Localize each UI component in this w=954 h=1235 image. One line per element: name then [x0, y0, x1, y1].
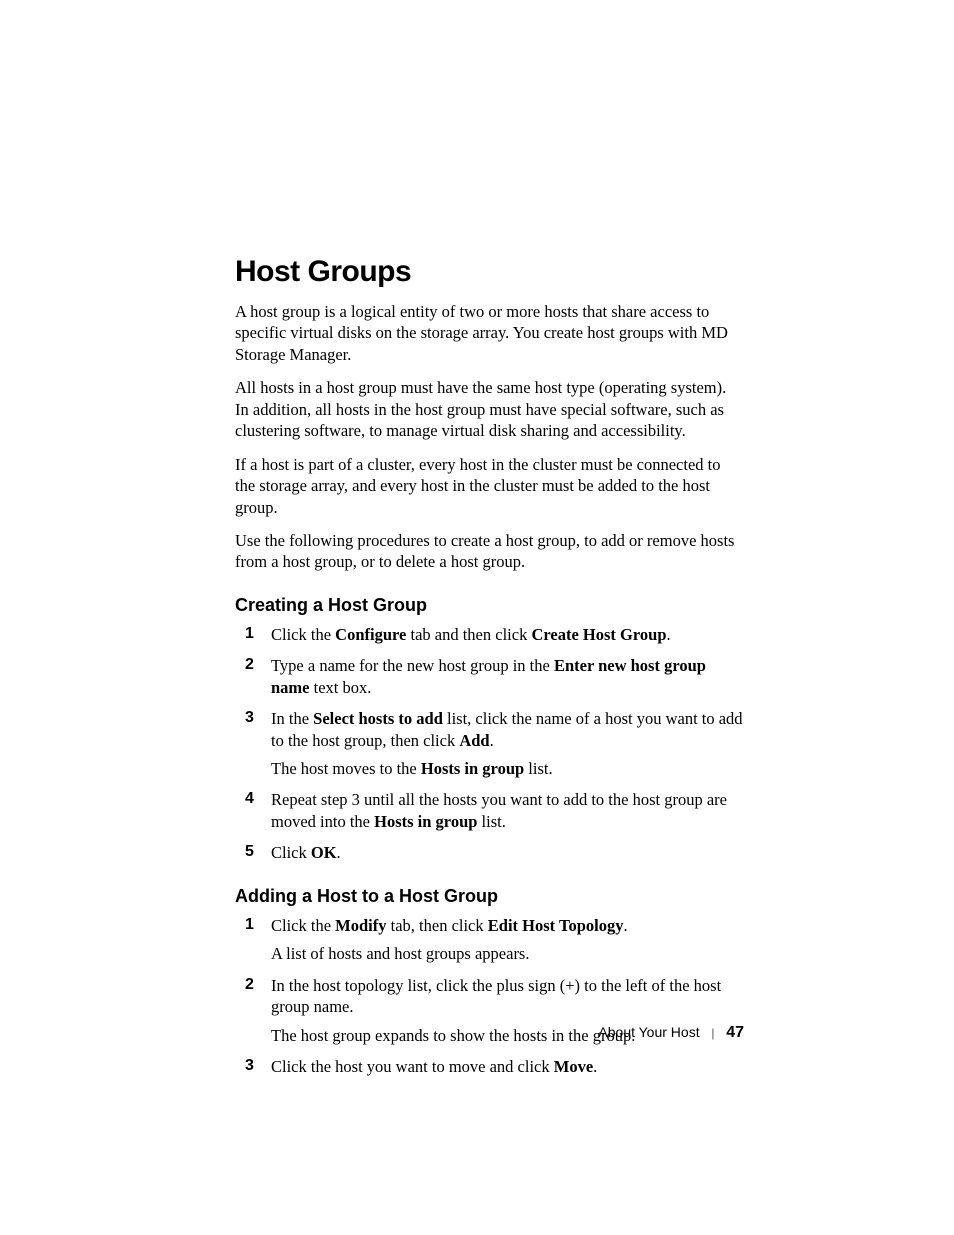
subhead-adding: Adding a Host to a Host Group — [235, 886, 744, 907]
footer-section: About Your Host — [598, 1024, 699, 1040]
text: . — [593, 1057, 597, 1076]
bold-select-hosts: Select hosts to add — [313, 709, 443, 728]
step-1-note: A list of hosts and host groups appears. — [271, 943, 744, 964]
text: tab and then click — [406, 625, 531, 644]
bold-hosts-in-group: Hosts in group — [421, 759, 524, 778]
step-1: Click the Configure tab and then click C… — [235, 624, 744, 645]
text: list. — [524, 759, 552, 778]
step-3: Click the host you want to move and clic… — [235, 1056, 744, 1077]
text: The host moves to the — [271, 759, 421, 778]
bold-move: Move — [554, 1057, 593, 1076]
text: . — [337, 843, 341, 862]
text: In the — [271, 709, 313, 728]
bold-configure: Configure — [335, 625, 406, 644]
text: Click — [271, 843, 311, 862]
text: Click the — [271, 625, 335, 644]
text: tab, then click — [387, 916, 488, 935]
intro-para-1: A host group is a logical entity of two … — [235, 301, 744, 365]
step-1: Click the Modify tab, then click Edit Ho… — [235, 915, 744, 965]
text: text box. — [310, 678, 372, 697]
text: Click the host you want to move and clic… — [271, 1057, 554, 1076]
step-3: In the Select hosts to add list, click t… — [235, 708, 744, 779]
bold-hosts-in-group: Hosts in group — [374, 812, 477, 831]
bold-edit-topology: Edit Host Topology — [488, 916, 624, 935]
bold-create-host-group: Create Host Group — [531, 625, 666, 644]
bold-ok: OK — [311, 843, 337, 862]
footer-separator: | — [712, 1025, 715, 1040]
text: . — [490, 731, 494, 750]
bold-add: Add — [459, 731, 489, 750]
heading-host-groups: Host Groups — [235, 255, 744, 289]
page-footer: About Your Host | 47 — [598, 1024, 744, 1042]
step-4: Repeat step 3 until all the hosts you wa… — [235, 789, 744, 832]
step-5: Click OK. — [235, 842, 744, 863]
text: Type a name for the new host group in th… — [271, 656, 554, 675]
text: In the host topology list, click the plu… — [271, 976, 721, 1016]
step-2: Type a name for the new host group in th… — [235, 655, 744, 698]
footer-page-number: 47 — [726, 1024, 744, 1041]
steps-adding: Click the Modify tab, then click Edit Ho… — [235, 915, 744, 1078]
text: list. — [477, 812, 505, 831]
text: . — [623, 916, 627, 935]
subhead-creating: Creating a Host Group — [235, 595, 744, 616]
intro-para-4: Use the following procedures to create a… — [235, 530, 744, 573]
bold-modify: Modify — [335, 916, 386, 935]
step-3-note: The host moves to the Hosts in group lis… — [271, 758, 744, 779]
text: . — [667, 625, 671, 644]
page: Host Groups A host group is a logical en… — [0, 0, 954, 1235]
text: Click the — [271, 916, 335, 935]
intro-para-2: All hosts in a host group must have the … — [235, 377, 744, 441]
steps-creating: Click the Configure tab and then click C… — [235, 624, 744, 864]
intro-para-3: If a host is part of a cluster, every ho… — [235, 454, 744, 518]
